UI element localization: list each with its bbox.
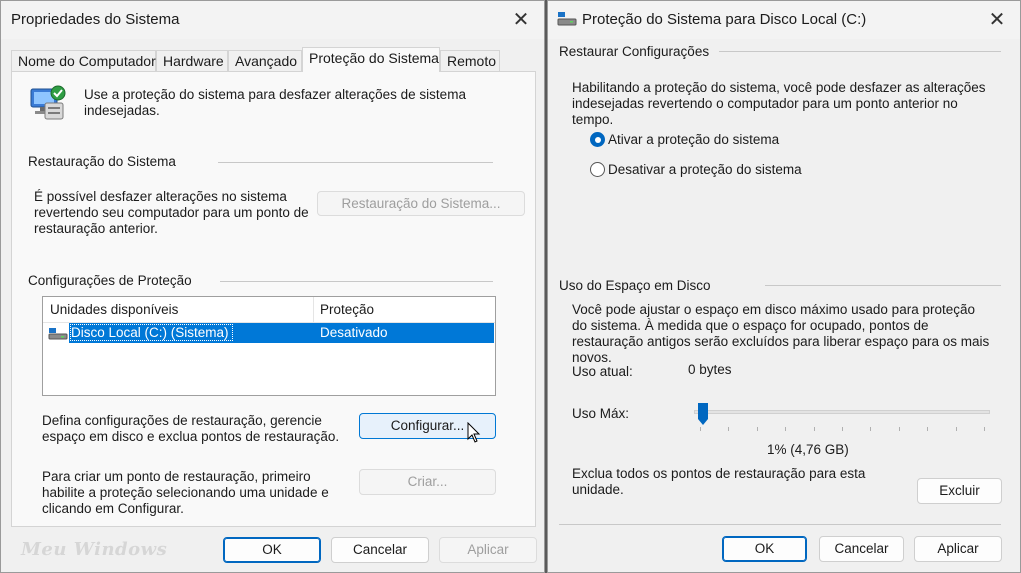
cursor-arrow-icon <box>467 421 481 444</box>
protection-status-cell: Desativado <box>320 325 388 340</box>
drive-name-cell: Disco Local (C:) (Sistema) <box>70 324 233 341</box>
title-bar[interactable]: Proteção do Sistema para Disco Local (C:… <box>548 1 1020 39</box>
table-row[interactable]: Disco Local (C:) (Sistema) Desativado <box>69 323 494 343</box>
slider-tick <box>984 427 985 431</box>
intro-text: Use a proteção do sistema para desfazer … <box>84 87 466 118</box>
tab-hardware[interactable]: Hardware <box>156 50 228 72</box>
footer-divider <box>559 524 1001 525</box>
cancel-button[interactable]: Cancelar <box>819 536 904 562</box>
current-usage-value: 0 bytes <box>688 362 732 377</box>
restore-group-label: Restauração do Sistema <box>28 154 176 169</box>
slider-tick <box>700 427 701 431</box>
restore-settings-description: Habilitando a proteção do sistema, você … <box>572 80 986 127</box>
restore-settings-label: Restaurar Configurações <box>559 44 710 59</box>
max-usage-value: 1% (4,76 GB) <box>767 442 849 457</box>
create-description: Para criar um ponto de restauração, prim… <box>42 469 329 516</box>
group-divider <box>220 281 493 282</box>
delete-button[interactable]: Excluir <box>917 478 1002 504</box>
system-protection-icon <box>27 83 69 125</box>
slider-tick <box>870 427 872 431</box>
slider-tick <box>898 427 900 431</box>
delete-description: Exclua todos os pontos de restauração pa… <box>572 466 866 497</box>
column-separator[interactable] <box>313 297 314 323</box>
create-button[interactable]: Criar... <box>359 469 496 495</box>
close-icon[interactable]: ✕ <box>504 5 538 35</box>
slider-tick <box>785 427 787 431</box>
group-divider <box>218 162 493 163</box>
restore-description: É possível desfazer alterações no sistem… <box>34 189 309 236</box>
system-restore-button[interactable]: Restauração do Sistema... <box>317 191 525 216</box>
option-enable-label[interactable]: Ativar a proteção do sistema <box>608 132 779 148</box>
cancel-button[interactable]: Cancelar <box>331 537 429 563</box>
slider-track[interactable] <box>694 410 990 414</box>
configure-description: Defina configurações de restauração, ger… <box>42 413 340 444</box>
tab-advanced[interactable]: Avançado <box>228 50 302 72</box>
slider-tick <box>955 427 957 431</box>
max-usage-slider[interactable] <box>694 399 990 435</box>
column-header-drives[interactable]: Unidades disponíveis <box>50 302 178 317</box>
disk-usage-description: Você pode ajustar o espaço em disco máxi… <box>572 302 990 365</box>
watermark-logo: Meu Windows <box>21 539 168 560</box>
slider-tick <box>756 427 758 431</box>
ok-button[interactable]: OK <box>223 537 321 563</box>
max-usage-label: Uso Máx: <box>572 406 630 421</box>
tab-computer-name[interactable]: Nome do Computador <box>11 50 156 72</box>
window-title: Proteção do Sistema para Disco Local (C:… <box>582 11 867 28</box>
slider-tick <box>813 427 815 431</box>
ok-button[interactable]: OK <box>722 536 807 562</box>
tab-remote[interactable]: Remoto <box>440 50 500 72</box>
option-disable-label[interactable]: Desativar a proteção do sistema <box>608 162 802 178</box>
current-usage-label: Uso atual: <box>572 364 633 379</box>
slider-tick <box>842 427 843 431</box>
group-divider <box>719 51 1001 52</box>
apply-button[interactable]: Aplicar <box>914 536 1002 562</box>
slider-tick <box>927 427 929 431</box>
radio-disable-protection[interactable] <box>590 162 605 177</box>
column-header-protection[interactable]: Proteção <box>320 302 374 317</box>
window-title: Propriedades do Sistema <box>11 11 180 28</box>
drives-listview[interactable]: Unidades disponíveis Proteção Disco Loca… <box>42 296 496 396</box>
slider-tick <box>728 427 730 431</box>
close-icon[interactable]: ✕ <box>980 5 1014 35</box>
title-bar[interactable]: Propriedades do Sistema ✕ <box>1 1 544 39</box>
disk-usage-label: Uso do Espaço em Disco <box>559 278 711 293</box>
drive-icon <box>48 325 68 341</box>
listview-header: Unidades disponíveis Proteção <box>43 297 495 323</box>
radio-enable-protection[interactable] <box>590 132 605 147</box>
apply-button[interactable]: Aplicar <box>439 537 537 563</box>
system-properties-window: Propriedades do Sistema ✕ Nome do Comput… <box>0 0 545 573</box>
disk-protection-window: Proteção do Sistema para Disco Local (C:… <box>547 0 1021 573</box>
slider-thumb[interactable] <box>697 402 709 426</box>
group-divider <box>765 285 1001 286</box>
disk-title-icon <box>557 11 577 27</box>
protection-group-label: Configurações de Proteção <box>28 273 192 288</box>
tab-system-protection[interactable]: Proteção do Sistema <box>302 47 440 72</box>
